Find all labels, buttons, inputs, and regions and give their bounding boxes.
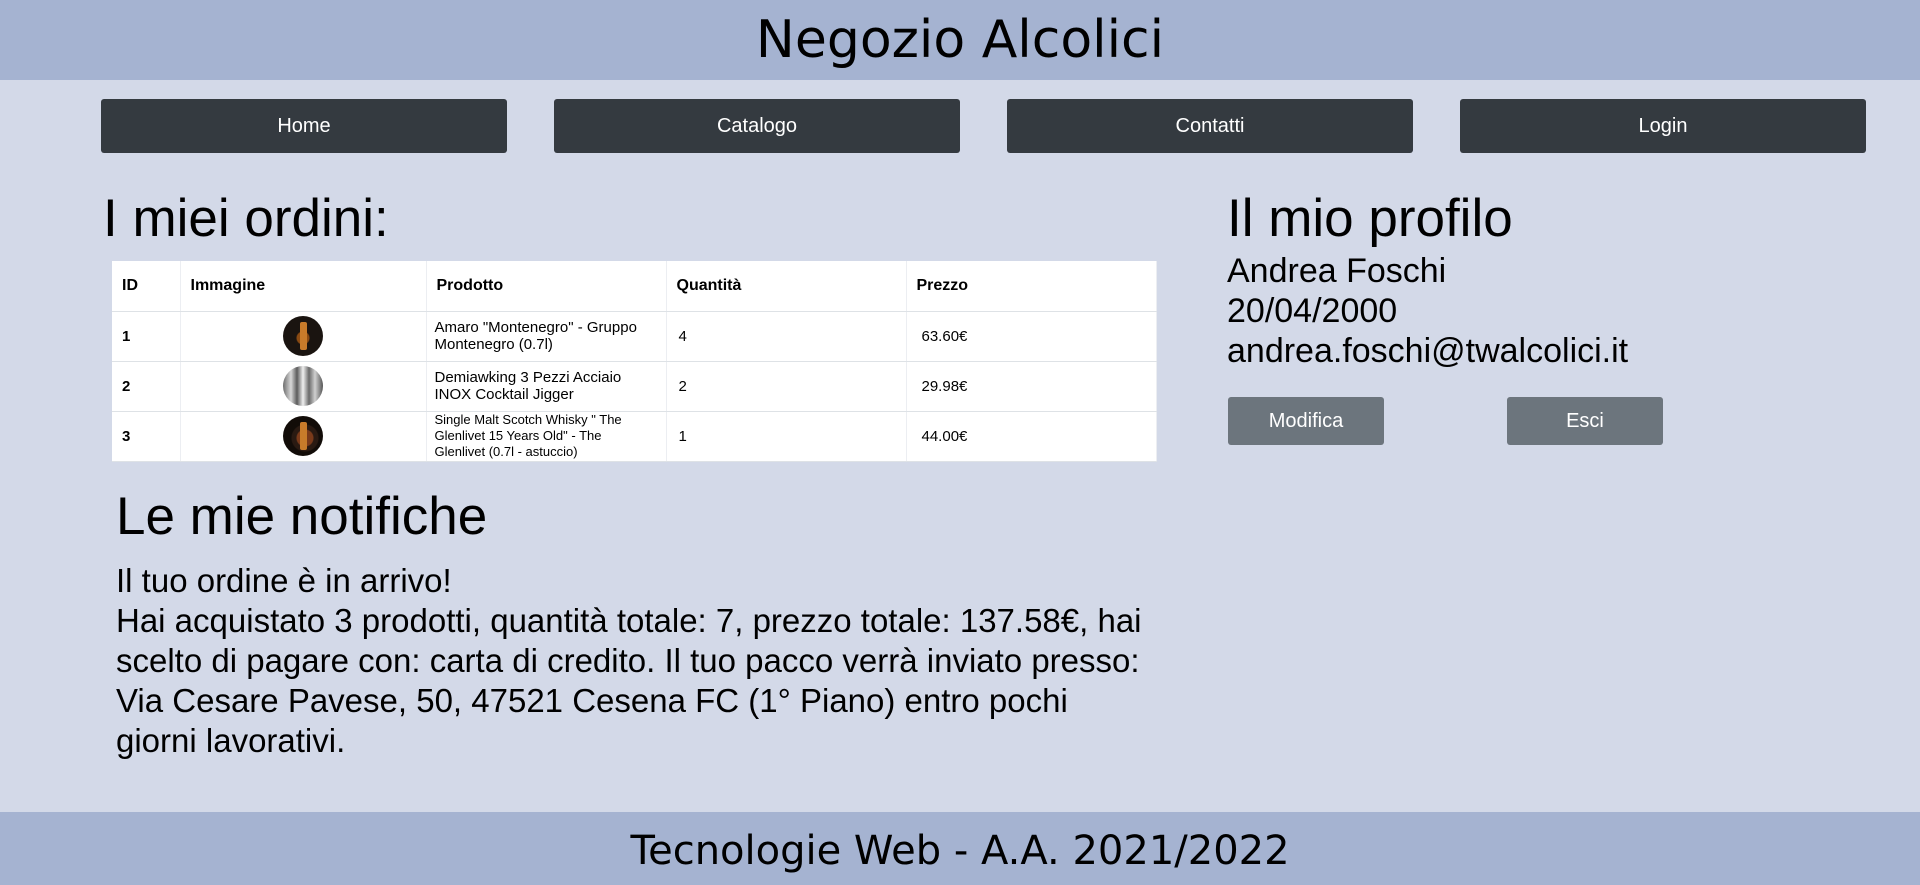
- column-header-price: Prezzo: [906, 261, 1157, 312]
- order-quantity: 1: [666, 411, 907, 462]
- column-header-image: Immagine: [180, 261, 427, 312]
- orders-header-row: ID Immagine Prodotto Quantità Prezzo: [112, 261, 1157, 312]
- column-header-product: Prodotto: [426, 261, 667, 312]
- nav-catalogo-button[interactable]: Catalogo: [554, 99, 960, 153]
- logout-button[interactable]: Esci: [1507, 397, 1663, 445]
- profile-birthdate: 20/04/2000: [1227, 292, 1398, 330]
- nav-login-button[interactable]: Login: [1460, 99, 1866, 153]
- table-row: 3 Single Malt Scotch Whisky " The Glenli…: [112, 411, 1157, 462]
- profile-title: Il mio profilo: [1227, 189, 1513, 248]
- nav-contatti-button[interactable]: Contatti: [1007, 99, 1413, 153]
- amaro-bottle-thumbnail: [283, 316, 323, 356]
- table-row: 2 Demiawking 3 Pezzi Acciaio INOX Cockta…: [112, 361, 1157, 412]
- orders-title: I miei ordini:: [103, 189, 389, 248]
- table-row: 1 Amaro "Montenegro" - Gruppo Montenegro…: [112, 311, 1157, 362]
- order-id: 2: [112, 361, 181, 412]
- order-price: 29.98€: [906, 361, 1157, 412]
- order-price: 63.60€: [906, 311, 1157, 362]
- main-nav: Home Catalogo Contatti Login: [101, 99, 1866, 153]
- orders-table: ID Immagine Prodotto Quantità Prezzo 1 A…: [112, 261, 1157, 462]
- cocktail-jigger-thumbnail: [283, 366, 323, 406]
- order-price: 44.00€: [906, 411, 1157, 462]
- column-header-id: ID: [112, 261, 181, 312]
- profile-email: andrea.foschi@twalcolici.it: [1227, 332, 1629, 370]
- order-product: Demiawking 3 Pezzi Acciaio INOX Cocktail…: [426, 361, 667, 412]
- edit-profile-button[interactable]: Modifica: [1228, 397, 1384, 445]
- notification-headline: Il tuo ordine è in arrivo!: [116, 562, 452, 599]
- site-footer: Tecnologie Web - A.A. 2021/2022: [0, 812, 1920, 885]
- order-quantity: 2: [666, 361, 907, 412]
- order-product: Amaro "Montenegro" - Gruppo Montenegro (…: [426, 311, 667, 362]
- nav-home-button[interactable]: Home: [101, 99, 507, 153]
- order-quantity: 4: [666, 311, 907, 362]
- site-header: Negozio Alcolici: [0, 0, 1920, 80]
- whisky-bottle-thumbnail: [283, 416, 323, 456]
- footer-text: Tecnologie Web - A.A. 2021/2022: [630, 827, 1290, 874]
- order-product: Single Malt Scotch Whisky " The Glenlive…: [426, 411, 667, 462]
- notification-body: Hai acquistato 3 prodotti, quantità tota…: [116, 602, 1142, 759]
- profile-name: Andrea Foschi: [1227, 252, 1447, 290]
- site-title: Negozio Alcolici: [755, 10, 1165, 70]
- order-id: 1: [112, 311, 181, 362]
- order-id: 3: [112, 411, 181, 462]
- column-header-quantity: Quantità: [666, 261, 907, 312]
- notifications-title: Le mie notifiche: [116, 487, 488, 546]
